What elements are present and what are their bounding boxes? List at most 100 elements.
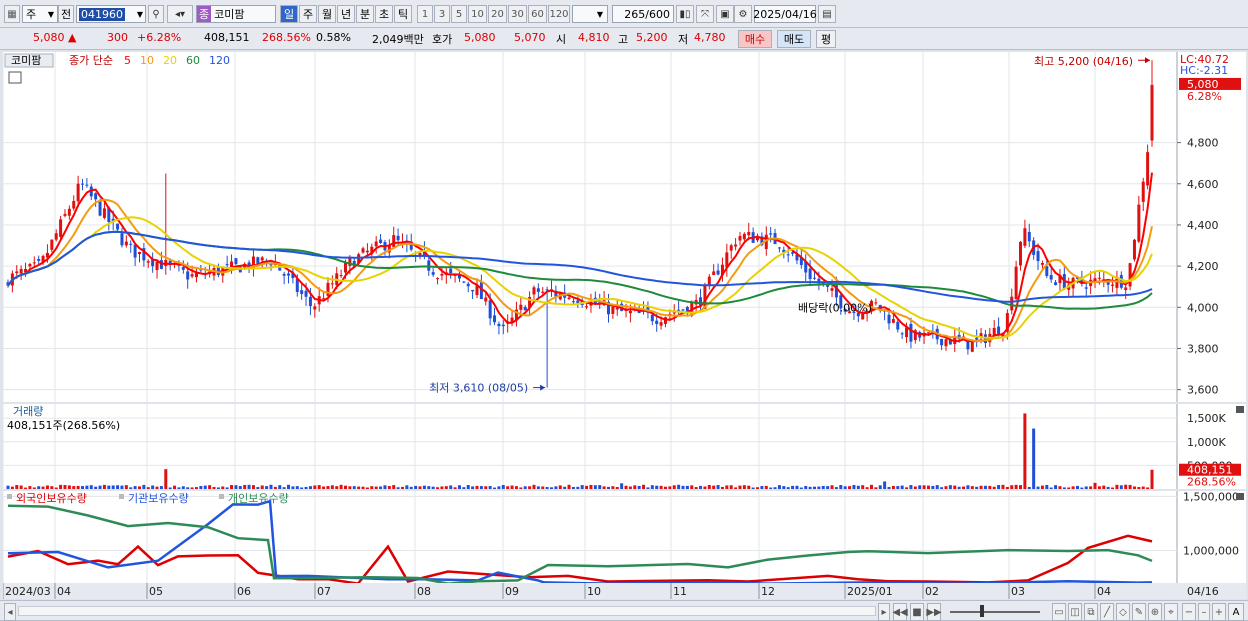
dividend-annotation: 배당락(0.00%) xyxy=(798,301,872,314)
scroll-right-icon[interactable]: ▸ xyxy=(878,603,890,621)
volume-bar xyxy=(405,485,409,489)
chevron-down-icon: ▼ xyxy=(47,9,54,19)
volume-bar xyxy=(41,486,45,489)
candle-type-icon[interactable]: ▮▯ xyxy=(676,5,694,23)
volume-bar xyxy=(436,487,440,489)
candle-body xyxy=(896,321,900,330)
interval-tab[interactable]: 20 xyxy=(488,5,507,23)
panel-close-icon[interactable] xyxy=(1236,406,1244,413)
market-select[interactable]: 주 ▼ xyxy=(22,5,58,23)
buy-button[interactable]: 매수 xyxy=(738,30,772,48)
panel-close-icon[interactable] xyxy=(1236,493,1244,500)
volume-bar xyxy=(834,487,838,489)
save-icon[interactable]: ▣ xyxy=(716,5,734,23)
volume-bar xyxy=(913,486,917,489)
zoom-icon[interactable]: ⊕ xyxy=(1148,603,1162,621)
candle-body xyxy=(120,233,124,246)
volume-bar xyxy=(791,485,795,489)
volume-bar xyxy=(628,486,632,489)
avg-button[interactable]: 평 xyxy=(816,30,836,48)
volume-bar xyxy=(545,486,549,489)
volume-bar xyxy=(1089,486,1093,489)
horizontal-scrollbar[interactable] xyxy=(18,606,876,616)
zoom-slider[interactable] xyxy=(950,611,1040,613)
period-tab[interactable]: 분 xyxy=(356,5,374,23)
interval-tab[interactable]: 3 xyxy=(434,5,450,23)
interval-tab[interactable]: 1 xyxy=(417,5,433,23)
volume-bar xyxy=(589,484,593,489)
rewind-icon[interactable]: ◀◀ xyxy=(892,603,908,621)
volume-bar xyxy=(777,485,781,489)
volume-bar xyxy=(357,486,361,489)
count-field[interactable]: 265/600 xyxy=(612,5,674,23)
interval-tab[interactable]: 120 xyxy=(548,5,570,23)
volume-bar xyxy=(957,486,961,489)
volume-bar xyxy=(593,485,597,489)
volume-tick-label: 1,500K xyxy=(1187,412,1226,425)
layout-icon[interactable]: ▦ xyxy=(4,5,20,23)
volume-bar xyxy=(111,485,115,489)
volume-bar xyxy=(606,486,610,489)
crosshair-icon[interactable]: ⌖ xyxy=(1164,603,1178,621)
speaker-icon[interactable]: ◂▾ xyxy=(167,5,193,23)
date-field[interactable]: 2025/04/16 xyxy=(753,5,817,23)
volume-ratio: 268.56% xyxy=(262,31,311,44)
draw-tool-icon[interactable]: ⤧ xyxy=(696,5,714,23)
volume-bar xyxy=(361,486,365,489)
candle-body xyxy=(287,273,291,276)
period-tab[interactable]: 초 xyxy=(375,5,393,23)
calendar-icon[interactable] xyxy=(8,71,22,84)
scroll-left-icon[interactable]: ◂ xyxy=(4,603,16,621)
font-size-icon[interactable]: A xyxy=(1228,603,1244,621)
interval-tab[interactable]: 60 xyxy=(528,5,547,23)
volume-bar xyxy=(173,485,177,489)
volume-bar xyxy=(50,486,54,489)
volume-chart: 1,500K1,000K500,000 거래량408,151주(268.56%)… xyxy=(2,404,1246,489)
period-tab[interactable]: 월 xyxy=(318,5,336,23)
candle-body xyxy=(137,251,141,255)
period-tab[interactable]: 틱 xyxy=(394,5,412,23)
line-tool-icon[interactable]: ╱ xyxy=(1100,603,1114,621)
interval-select[interactable]: ▼ xyxy=(572,5,608,23)
x-tick-label: 04 xyxy=(1097,585,1111,598)
candle-body xyxy=(681,309,685,311)
volume-bar xyxy=(1075,485,1079,489)
period-tab[interactable]: 주 xyxy=(299,5,317,23)
stop-icon[interactable]: ■ xyxy=(910,603,924,621)
interval-tab[interactable]: 5 xyxy=(451,5,467,23)
volume-bar xyxy=(506,486,510,489)
pen-icon[interactable]: ✎ xyxy=(1132,603,1146,621)
interval-tab[interactable]: 30 xyxy=(508,5,527,23)
volume-bar xyxy=(348,486,352,489)
search-icon[interactable]: ⚲ xyxy=(148,5,164,23)
window-icon[interactable]: ▭ xyxy=(1052,603,1066,621)
shape-tool-icon[interactable]: ◇ xyxy=(1116,603,1130,621)
prev-button[interactable]: 전 xyxy=(58,5,74,23)
candle-body xyxy=(28,264,32,267)
calendar-icon[interactable]: ▤ xyxy=(818,5,836,23)
split-icon[interactable]: ◫ xyxy=(1068,603,1082,621)
candle-body xyxy=(940,338,944,346)
volume-bar xyxy=(475,485,479,489)
plus-icon[interactable]: + xyxy=(1212,603,1226,621)
period-tab[interactable]: 일 xyxy=(280,5,298,23)
dash-icon[interactable]: – xyxy=(1198,603,1210,621)
copy-icon[interactable]: ⧉ xyxy=(1084,603,1098,621)
sell-button[interactable]: 매도 xyxy=(777,30,811,48)
candle-body xyxy=(129,243,133,245)
volume-bar xyxy=(900,485,904,489)
zoom-slider-handle[interactable] xyxy=(980,605,984,617)
volume-plot-background xyxy=(3,404,1246,489)
stock-code-input[interactable]: 041960 ▼ xyxy=(76,5,146,23)
forward-icon[interactable]: ▶▶ xyxy=(926,603,942,621)
interval-tab[interactable]: 10 xyxy=(468,5,487,23)
volume-bar xyxy=(1014,484,1018,489)
period-tab[interactable]: 년 xyxy=(337,5,355,23)
gear-icon[interactable]: ⚙ xyxy=(734,5,752,23)
stock-name-field[interactable]: 종 코미팜 xyxy=(196,5,276,23)
candle-body xyxy=(716,270,720,275)
minus-icon[interactable]: − xyxy=(1182,603,1196,621)
volume-bar xyxy=(89,485,93,489)
open-value: 4,810 xyxy=(578,31,610,44)
candle-body xyxy=(497,323,501,327)
